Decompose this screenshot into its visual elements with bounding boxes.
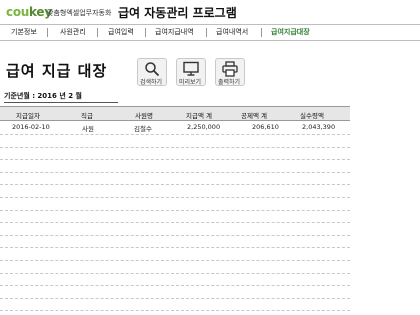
monitor-icon xyxy=(183,61,199,76)
column-header-pay-date: 지급일자 xyxy=(16,112,40,120)
tab-basic-info[interactable]: 기본정보 xyxy=(9,27,39,37)
cell-position: 사원 xyxy=(82,125,94,133)
column-header-total-deductions: 공제액 계 xyxy=(241,112,267,120)
table-header: 지급일자 직급 사원명 지급액 계 공제액 계 실수령액 xyxy=(0,106,350,121)
brand-tagline: 맞춤형엑셀업무자동화 xyxy=(47,9,112,17)
table-gridline xyxy=(0,298,350,299)
table-gridline xyxy=(0,159,350,160)
table-row[interactable]: 2016-02-10 사원 김철수 2,250,000 206,610 2,04… xyxy=(0,121,350,133)
app-title: 급여 자동관리 프로그램 xyxy=(118,6,237,20)
search-icon xyxy=(145,62,160,77)
table-gridline xyxy=(0,222,350,223)
tab-salary-input[interactable]: 급여입력 xyxy=(106,27,136,37)
page-title: 급여 지급 대장 xyxy=(6,62,108,80)
period-filter[interactable]: 기준년월 : 2016 년 2 월 xyxy=(4,91,82,101)
tab-pay-statement[interactable]: 급여내역서 xyxy=(214,27,250,37)
column-header-position: 직급 xyxy=(81,112,93,120)
table-gridline xyxy=(0,310,350,311)
table-gridline xyxy=(0,134,350,135)
tab-payroll-ledger[interactable]: 급여지급대장 xyxy=(269,27,312,37)
printer-icon xyxy=(222,61,238,77)
filter-underline xyxy=(4,102,118,103)
tab-payment-details[interactable]: 급여지급내역 xyxy=(153,27,196,37)
column-header-employee-name: 사원명 xyxy=(135,112,153,120)
tab-divider xyxy=(97,28,98,37)
table-gridline xyxy=(0,285,350,286)
title-bar: coukey 맞춤형엑셀업무자동화 급여 자동관리 프로그램 xyxy=(0,0,420,24)
tab-divider xyxy=(261,28,262,37)
main-nav: 기본정보 사원관리 급여입력 급여지급내역 급여내역서 급여지급대장 xyxy=(0,24,420,41)
tab-divider xyxy=(47,28,48,37)
cell-pay-date: 2016-02-10 xyxy=(12,123,50,131)
table-gridline xyxy=(0,235,350,236)
column-header-total-pay: 지급액 계 xyxy=(186,112,212,120)
column-header-net-pay: 실수령액 xyxy=(300,112,324,120)
table-gridline xyxy=(0,147,350,148)
table-gridline xyxy=(0,273,350,274)
table-gridline xyxy=(0,172,350,173)
cell-total-pay: 2,250,000 xyxy=(187,123,221,131)
print-button-label: 출력하기 xyxy=(217,79,241,86)
tab-employee-management[interactable]: 사원관리 xyxy=(58,27,88,37)
table-gridline xyxy=(0,184,350,185)
tab-divider xyxy=(145,28,146,37)
table-gridline xyxy=(0,210,350,211)
cell-employee-name: 김철수 xyxy=(134,125,152,133)
preview-button-label: 미리보기 xyxy=(178,79,202,86)
table-gridline xyxy=(0,247,350,248)
table-gridline xyxy=(0,197,350,198)
brand-logo: coukey xyxy=(6,5,52,19)
table-gridline xyxy=(0,260,350,261)
cell-total-deductions: 206,610 xyxy=(252,123,279,131)
tab-divider xyxy=(206,28,207,37)
search-button-label: 검색하기 xyxy=(139,79,163,86)
cell-net-pay: 2,043,390 xyxy=(302,123,336,131)
